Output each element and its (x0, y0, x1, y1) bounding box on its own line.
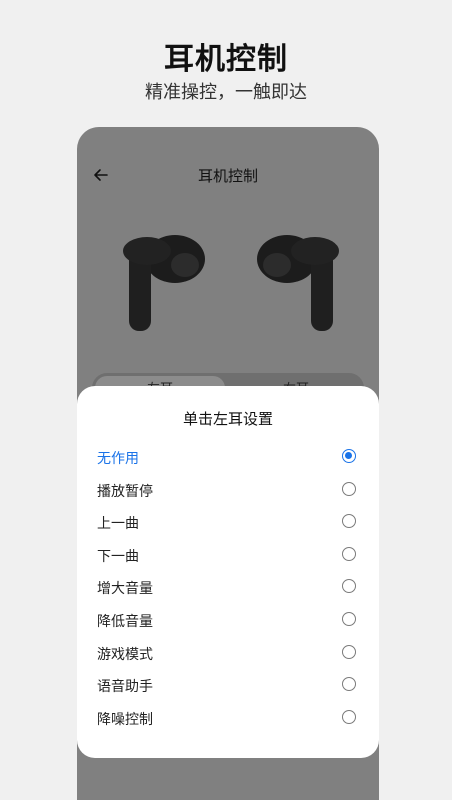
radio-checked-icon[interactable] (342, 449, 356, 463)
option-label: 游戏模式 (97, 647, 153, 663)
radio-unchecked-icon[interactable] (342, 482, 356, 496)
option-label: 播放暂停 (97, 484, 153, 500)
watermark-domain: .com (234, 402, 258, 414)
option-label: 降噪控制 (97, 712, 153, 728)
option-previous-track[interactable]: 上一曲 (77, 507, 379, 539)
option-label: 增大音量 (97, 581, 153, 597)
option-label: 下一曲 (97, 549, 139, 565)
option-none[interactable]: 无作用 (77, 442, 379, 474)
app-top-bar: 耳机控制 (77, 163, 379, 191)
radio-unchecked-icon[interactable] (342, 710, 356, 724)
option-noise-control[interactable]: 降噪控制 (77, 703, 379, 735)
promo-headline: 耳机控制 (164, 42, 288, 77)
option-next-track[interactable]: 下一曲 (77, 540, 379, 572)
option-play-pause[interactable]: 播放暂停 (77, 475, 379, 507)
site-watermark: K73 游戏之家 .com (160, 382, 280, 422)
right-earbud-image (257, 235, 339, 331)
option-label: 降低音量 (97, 614, 153, 630)
watermark-brand: K73 (160, 382, 217, 418)
app-title: 耳机控制 (197, 167, 258, 185)
option-volume-up[interactable]: 增大音量 (77, 572, 379, 604)
option-label: 语音助手 (97, 679, 153, 695)
radio-unchecked-icon[interactable] (342, 645, 356, 659)
bottom-sheet: 单击左耳设置 无作用 播放暂停 上一曲 下一曲 增大音量 降低音量 游戏模式 语… (77, 386, 379, 758)
watermark-site: 游戏之家 (230, 388, 279, 402)
option-label: 上一曲 (97, 516, 139, 532)
radio-unchecked-icon[interactable] (342, 514, 356, 528)
option-label: 无作用 (97, 451, 139, 467)
radio-unchecked-icon[interactable] (342, 579, 356, 593)
radio-unchecked-icon[interactable] (342, 677, 356, 691)
option-voice-assistant[interactable]: 语音助手 (77, 670, 379, 702)
promo-subline: 精准操控，一触即达 (145, 82, 307, 103)
left-earbud-image (123, 235, 205, 331)
option-game-mode[interactable]: 游戏模式 (77, 638, 379, 670)
radio-unchecked-icon[interactable] (342, 612, 356, 626)
radio-unchecked-icon[interactable] (342, 547, 356, 561)
option-volume-down[interactable]: 降低音量 (77, 605, 379, 637)
